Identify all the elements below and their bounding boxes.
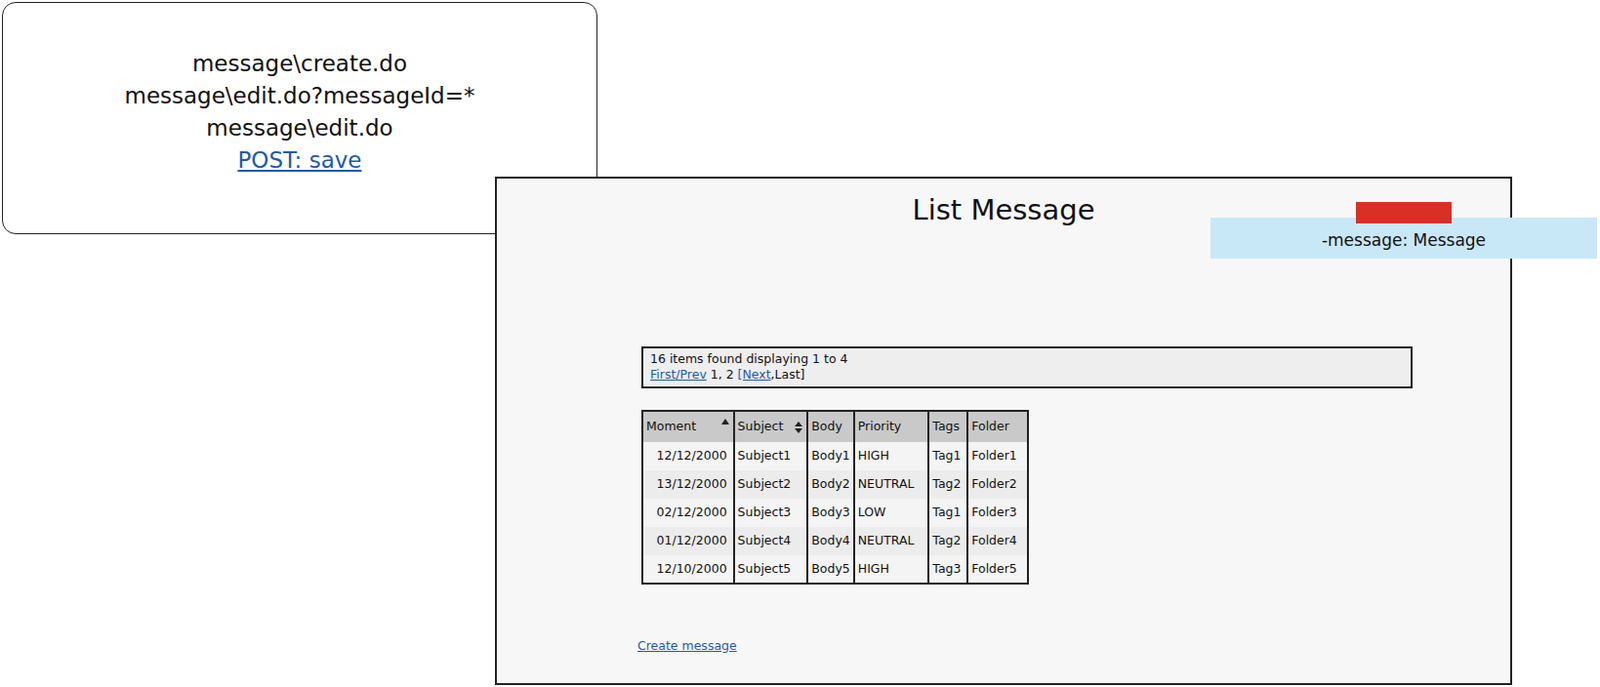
column-header[interactable]: Body	[807, 410, 855, 443]
table-cell: Folder1	[967, 442, 1028, 471]
table-cell: HIGH	[854, 442, 930, 471]
column-header[interactable]: Folder	[967, 410, 1028, 443]
table-cell: Subject4	[734, 527, 809, 556]
table-cell: Tag2	[928, 527, 968, 556]
note-text: -message: Message	[1321, 228, 1486, 254]
pagination-link[interactable]: [Next	[738, 367, 772, 382]
table-cell: Subject2	[734, 470, 809, 499]
pagination-text: 1, 2	[706, 367, 739, 382]
table-row[interactable]: 12/10/2000Subject5Body5HIGHTag3Folder5	[642, 555, 1028, 584]
pagination-text: ,Last]	[771, 367, 806, 382]
table-row[interactable]: 12/12/2000Subject1Body1HIGHTag1Folder1	[642, 442, 1028, 471]
table-cell: Folder4	[967, 527, 1028, 556]
create-message-link[interactable]: Create message	[637, 637, 738, 657]
table-cell: Body1	[807, 442, 855, 471]
table-cell: NEUTRAL	[854, 527, 930, 556]
table-cell: Tag3	[928, 555, 968, 584]
table-row[interactable]: 13/12/2000Subject2Body2NEUTRALTag2Folder…	[642, 470, 1028, 499]
column-header[interactable]: Priority	[854, 410, 930, 443]
table-cell: LOW	[854, 498, 930, 528]
table-cell: Tag1	[928, 498, 968, 528]
column-header[interactable]: Moment	[642, 410, 735, 443]
table-cell: HIGH	[854, 555, 930, 584]
callout-line: message\edit.do?messageId=*	[124, 80, 476, 113]
table-cell: Body5	[807, 555, 855, 584]
table-row[interactable]: 01/12/2000Subject4Body4NEUTRALTag2Folder…	[642, 527, 1028, 556]
table-cell: 13/12/2000	[642, 470, 735, 499]
table-cell: 12/12/2000	[642, 442, 735, 471]
table-cell: Body2	[807, 470, 855, 499]
table-cell: Folder2	[967, 470, 1028, 499]
post-save-link[interactable]: POST: save	[238, 144, 363, 177]
message-table: MomentSubjectBodyPriorityTagsFolder12/12…	[641, 410, 1029, 585]
table-cell: Folder5	[967, 555, 1028, 584]
table-cell: Subject1	[734, 442, 809, 471]
sticky-note: -message: Message	[1210, 217, 1598, 259]
column-header[interactable]: Tags	[928, 410, 968, 443]
table-cell: Subject3	[734, 498, 809, 528]
table-cell: 01/12/2000	[642, 527, 735, 556]
table-cell: Tag2	[928, 470, 968, 499]
tape	[1355, 202, 1452, 224]
table-cell: 02/12/2000	[642, 498, 735, 528]
table-header: MomentSubjectBodyPriorityTagsFolder	[642, 410, 1028, 443]
sort-both-icon[interactable]	[793, 420, 804, 435]
table-cell: 12/10/2000	[642, 555, 735, 584]
table-cell: Body4	[807, 527, 855, 556]
table-cell: NEUTRAL	[854, 470, 930, 499]
sort-ascending-icon[interactable]	[720, 417, 731, 426]
pagination-summary: 16 items found displaying 1 to 4	[650, 351, 1404, 368]
canvas: message\create.domessage\edit.do?message…	[0, 0, 1600, 687]
pagination-link[interactable]: First/Prev	[650, 367, 707, 382]
callout-line: message\edit.do	[205, 112, 393, 145]
pagination-box: 16 items found displaying 1 to 4First/Pr…	[641, 346, 1413, 389]
table-row[interactable]: 02/12/2000Subject3Body3LOWTag1Folder3	[642, 498, 1028, 528]
table-cell: Tag1	[928, 442, 968, 471]
table-cell: Body3	[807, 498, 855, 528]
column-header[interactable]: Subject	[734, 410, 809, 443]
pagination-links: First/Prev 1, 2 [Next,Last]	[650, 367, 1404, 383]
table-cell: Subject5	[734, 555, 809, 584]
callout-line: message\create.do	[192, 47, 408, 81]
table-cell: Folder3	[967, 498, 1028, 528]
